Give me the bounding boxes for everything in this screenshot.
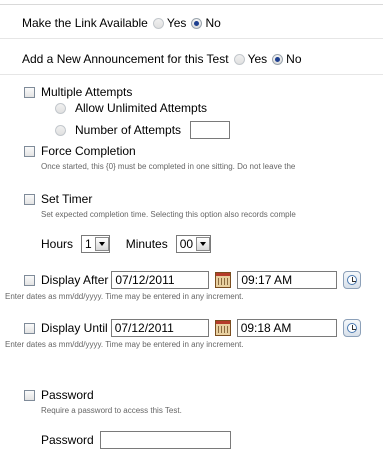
announcement-label: Add a New Announcement for this Test — [22, 52, 229, 66]
chevron-down-icon[interactable] — [196, 237, 211, 251]
divider — [0, 38, 383, 39]
minutes-select[interactable]: 00 — [175, 235, 212, 253]
password-checkbox[interactable] — [24, 389, 35, 401]
display-until-time-input[interactable]: 09:18 AM — [236, 319, 337, 337]
password-help: Require a password to access this Test. — [41, 406, 182, 415]
force-completion-help: Once started, this {0} must be completed… — [41, 162, 296, 171]
hours-select[interactable]: 1 — [81, 235, 110, 253]
set-timer-label: Set Timer — [41, 192, 93, 206]
multiple-attempts-checkbox[interactable] — [24, 86, 35, 98]
force-completion-checkbox[interactable] — [24, 145, 35, 157]
display-after-checkbox[interactable] — [24, 274, 35, 286]
clock-icon[interactable] — [342, 319, 361, 337]
link-available-label: Make the Link Available — [22, 16, 148, 30]
calendar-icon[interactable] — [215, 272, 232, 288]
password-field-row: Password — [41, 431, 231, 449]
display-until-checkbox[interactable] — [24, 322, 35, 334]
calendar-icon[interactable] — [214, 320, 231, 336]
display-after-time-input[interactable]: 09:17 AM — [237, 271, 338, 289]
display-until-label: Display Until — [41, 321, 108, 335]
password-input[interactable] — [99, 431, 231, 449]
display-after-row: Display After 07/12/2011 09:17 AM — [24, 271, 362, 289]
force-completion-row: Force Completion — [24, 144, 136, 158]
top-divider — [0, 4, 383, 5]
unlimited-attempts-radio[interactable] — [55, 102, 66, 114]
password-row: Password — [24, 388, 94, 402]
timer-duration-row: Hours 1 Minutes 00 — [41, 235, 212, 253]
unlimited-attempts-label: Allow Unlimited Attempts — [75, 101, 208, 115]
announcement-yes-label[interactable]: Yes — [248, 52, 268, 66]
multiple-attempts-label: Multiple Attempts — [41, 85, 133, 99]
force-completion-label: Force Completion — [41, 144, 136, 158]
multiple-attempts-row: Multiple Attempts — [24, 85, 132, 99]
announcement-no-radio[interactable] — [272, 53, 284, 65]
minutes-value: 00 — [179, 237, 194, 251]
set-timer-checkbox[interactable] — [24, 193, 35, 205]
unlimited-attempts-row: Allow Unlimited Attempts — [55, 101, 207, 115]
hours-value: 1 — [85, 237, 92, 251]
chevron-down-icon[interactable] — [94, 237, 109, 251]
number-attempts-row: Number of Attempts — [55, 121, 231, 139]
link-available-no-label[interactable]: No — [205, 16, 220, 30]
link-available-yes-radio[interactable] — [152, 17, 164, 29]
number-attempts-input[interactable] — [190, 121, 231, 139]
announcement-yes-radio[interactable] — [233, 53, 245, 65]
display-after-label: Display After — [41, 273, 109, 287]
divider — [0, 74, 383, 75]
display-until-help: Enter dates as mm/dd/yyyy. Time may be e… — [5, 340, 244, 349]
link-available-no-radio[interactable] — [191, 17, 203, 29]
set-timer-help: Set expected completion time. Selecting … — [41, 210, 296, 219]
link-available-yes-label[interactable]: Yes — [167, 16, 187, 30]
hours-label: Hours — [41, 237, 74, 251]
clock-icon[interactable] — [343, 271, 362, 289]
display-until-date-input[interactable]: 07/12/2011 — [110, 319, 209, 337]
password-field-label: Password — [41, 433, 94, 447]
announcement-no-label[interactable]: No — [286, 52, 301, 66]
link-available-row: Make the Link Available Yes No — [22, 16, 221, 30]
display-after-help: Enter dates as mm/dd/yyyy. Time may be e… — [5, 292, 244, 301]
set-timer-row: Set Timer — [24, 192, 92, 206]
number-attempts-radio[interactable] — [55, 124, 66, 136]
display-until-row: Display Until 07/12/2011 09:18 AM — [24, 319, 361, 337]
minutes-label: Minutes — [125, 237, 168, 251]
display-after-date-input[interactable]: 07/12/2011 — [111, 271, 210, 289]
password-label: Password — [41, 388, 94, 402]
number-attempts-label: Number of Attempts — [75, 123, 182, 137]
announcement-row: Add a New Announcement for this Test Yes… — [22, 52, 302, 66]
